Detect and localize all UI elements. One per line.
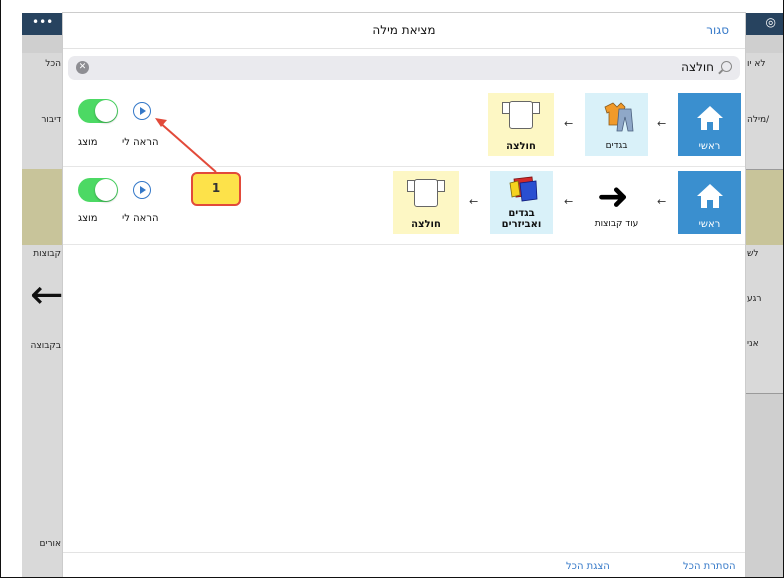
background-label: רגע [747, 294, 762, 304]
path-separator-icon: ← [564, 195, 574, 208]
show-me-label[interactable]: הראה לי [122, 213, 159, 224]
displayed-label: מוצג [78, 213, 98, 224]
shirt-icon [502, 101, 540, 129]
path-tile-home[interactable]: ראשי [678, 171, 741, 234]
background-label: דיבור [41, 115, 61, 125]
dialog-header: מציאת מילה סגור [63, 13, 745, 49]
background-cell [22, 393, 63, 452]
search-input[interactable]: ✕ חולצה [68, 56, 740, 80]
path-tile-home[interactable]: ראשי [678, 93, 741, 156]
background-cell: אורים [22, 509, 63, 577]
show-me-icon[interactable] [133, 181, 151, 199]
compass-icon: ◎ [765, 15, 776, 29]
background-label: מילה/ [747, 115, 770, 125]
arrow-left-icon: ← [30, 272, 64, 318]
background-label: הכל [45, 59, 61, 69]
more-icon: ••• [32, 15, 54, 29]
dialog-title: מציאת מילה [372, 23, 436, 37]
background-cell [22, 451, 63, 510]
path-tile-shirt[interactable]: חולצה [393, 171, 459, 234]
displayed-label: מוצג [78, 137, 98, 148]
path-separator-icon: ← [657, 195, 667, 208]
annotation-arrow [155, 118, 217, 173]
path-tile-clothes-accessories[interactable]: בגדים ואביזרים [490, 171, 553, 234]
clothes-icon [604, 102, 634, 132]
tile-label: ראשי [698, 219, 721, 230]
show-me-icon[interactable] [133, 102, 151, 120]
background-cell: רגע [745, 290, 783, 336]
background-cell: דיבור [22, 111, 63, 170]
background-label: אני [747, 339, 759, 349]
dialog-footer: הצגת הכל הסתרת הכל [63, 552, 745, 577]
path-tile-more-groups[interactable]: ➜ עוד קבוצות [585, 171, 648, 234]
toggle-knob [95, 179, 117, 201]
background-cell: קבוצות ← [22, 245, 64, 336]
background-cell: בקבוצה [22, 335, 63, 394]
background-cell: לא יו [745, 53, 783, 112]
app-frame: ••• ◎ הכל דיבור קבוצות ← בקבוצה אורים לא… [0, 0, 784, 578]
search-value: חולצה [681, 60, 714, 74]
path-tile-shirt[interactable]: חולצה [488, 93, 554, 156]
path-separator-icon: ← [564, 117, 574, 130]
home-icon [697, 184, 723, 208]
toggle-knob [95, 100, 117, 122]
clear-search-icon[interactable]: ✕ [76, 61, 89, 74]
background-cell: אני [745, 335, 783, 394]
tile-label: חולצה [411, 219, 441, 230]
background-label: קבוצות [33, 249, 61, 259]
result-row[interactable]: ראשי ← ➜ עוד קבוצות ← בגדים ואביזרים ← ח… [63, 167, 745, 245]
path-tile-clothes[interactable]: בגדים [585, 93, 648, 156]
search-icon [721, 61, 732, 72]
background-label: לא יו [747, 59, 766, 69]
background-cell: הכל [22, 53, 63, 112]
path-separator-icon: ← [657, 117, 667, 130]
find-word-dialog: מציאת מילה סגור ✕ חולצה ראשי ← בגדים ← ח… [63, 13, 745, 577]
tile-label: ראשי [698, 141, 721, 152]
background-cell: מילה/ [745, 111, 783, 170]
background-label: לש [747, 249, 759, 259]
background-label: בקבוצה [30, 341, 61, 351]
tile-label: עוד קבוצות [594, 219, 639, 230]
clothes-accessories-icon [509, 176, 538, 202]
background-label: אורים [39, 539, 61, 549]
close-button[interactable]: סגור [706, 23, 729, 37]
tile-label: חולצה [506, 141, 536, 152]
tile-label: בגדים ואביזרים [501, 208, 542, 230]
path-separator-icon: ← [469, 195, 479, 208]
show-all-button[interactable]: הצגת הכל [566, 561, 610, 572]
tile-label: בגדים [605, 141, 628, 152]
hide-all-button[interactable]: הסתרת הכל [683, 561, 736, 572]
annotation-badge: 1 [191, 172, 241, 206]
displayed-toggle[interactable] [78, 178, 118, 202]
arrow-right-icon: ➜ [597, 174, 629, 218]
home-icon [697, 106, 723, 130]
displayed-toggle[interactable] [78, 99, 118, 123]
background-cell: לש [745, 245, 783, 291]
shirt-icon [407, 179, 445, 207]
